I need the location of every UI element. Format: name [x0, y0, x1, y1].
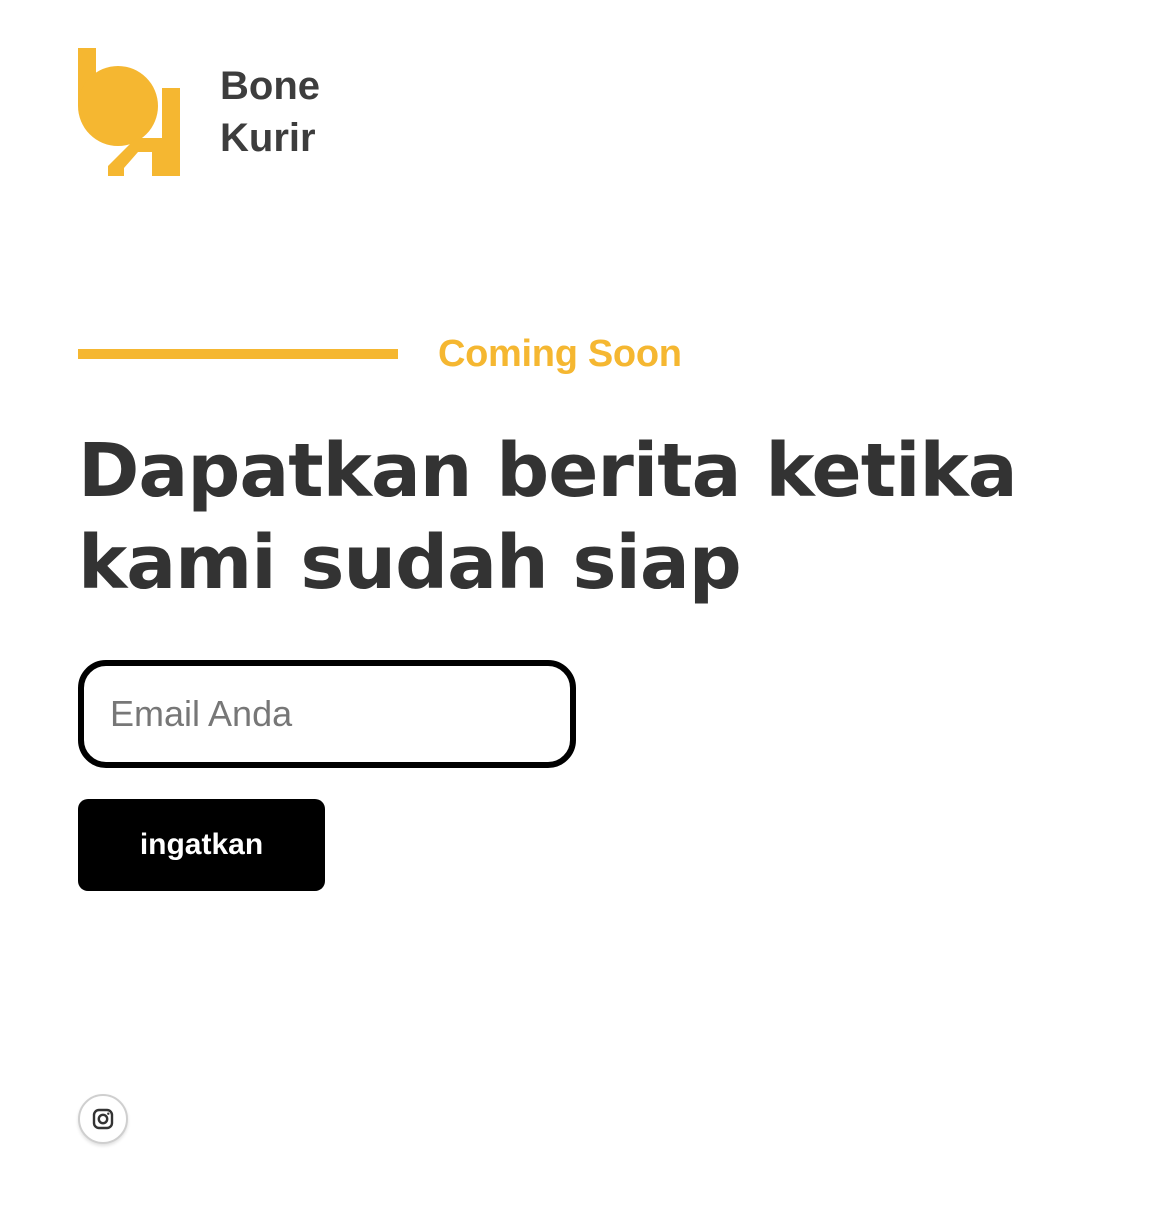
bone-kurir-logo-icon — [78, 48, 180, 176]
coming-soon-row: Coming Soon — [78, 330, 682, 378]
page-headline: Dapatkan berita ketika kami sudah siap — [78, 428, 1018, 606]
brand-name-line1: Bone — [220, 64, 320, 108]
brand-logo: Bone Kurir — [78, 48, 320, 176]
brand-name: Bone Kurir — [220, 60, 320, 164]
remind-me-button[interactable]: ingatkan — [78, 799, 325, 891]
kicker-divider — [78, 349, 398, 359]
brand-name-line2: Kurir — [220, 116, 316, 160]
coming-soon-label: Coming Soon — [438, 332, 682, 375]
instagram-icon — [92, 1108, 114, 1130]
instagram-link[interactable] — [78, 1094, 128, 1144]
email-input[interactable] — [78, 660, 576, 768]
